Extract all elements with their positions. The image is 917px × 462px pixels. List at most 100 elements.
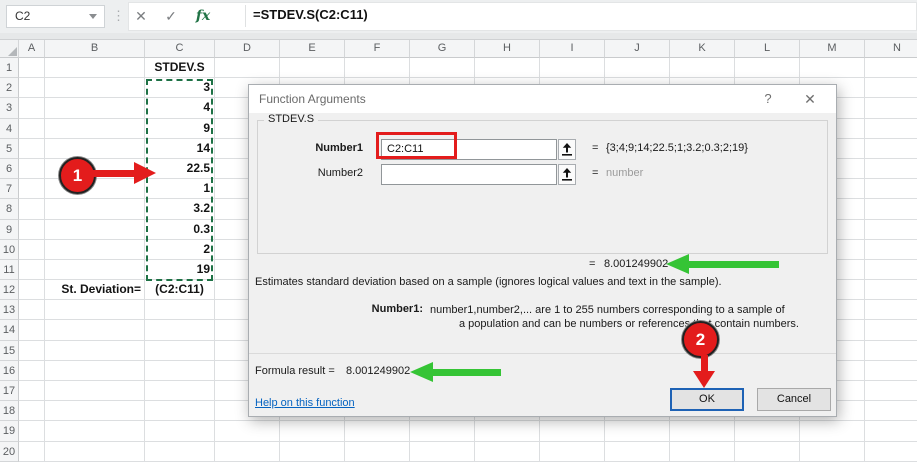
cell-I1[interactable] (540, 58, 605, 78)
cell-J19[interactable] (605, 421, 670, 441)
cell-C11[interactable]: 19 (145, 260, 215, 280)
cancel-button[interactable]: Cancel (757, 388, 831, 411)
cell-A5[interactable] (19, 139, 45, 159)
cell-M19[interactable] (800, 421, 865, 441)
dialog-title-bar[interactable]: Function Arguments ? ✕ (249, 85, 836, 113)
name-box[interactable]: C2 (6, 5, 105, 28)
row-header-1[interactable]: 1 (0, 58, 19, 78)
row-header-5[interactable]: 5 (0, 139, 19, 159)
cell-F20[interactable] (345, 442, 410, 462)
cell-B19[interactable] (45, 421, 145, 441)
cell-C9[interactable]: 0.3 (145, 220, 215, 240)
cell-B17[interactable] (45, 381, 145, 401)
cell-C4[interactable]: 9 (145, 119, 215, 139)
cell-C18[interactable] (145, 401, 215, 421)
cell-B14[interactable] (45, 320, 145, 340)
select-all-corner[interactable] (0, 40, 19, 58)
formula-bar-field[interactable] (128, 2, 917, 31)
cell-N19[interactable] (865, 421, 917, 441)
cell-A7[interactable] (19, 179, 45, 199)
enter-entry-icon[interactable]: ✓ (160, 4, 182, 28)
cell-J1[interactable] (605, 58, 670, 78)
cell-B13[interactable] (45, 300, 145, 320)
cell-C8[interactable]: 3.2 (145, 199, 215, 219)
cell-G1[interactable] (410, 58, 475, 78)
column-header-A[interactable]: A (19, 40, 45, 58)
cell-B20[interactable] (45, 442, 145, 462)
cell-N4[interactable] (865, 119, 917, 139)
row-header-20[interactable]: 20 (0, 442, 19, 462)
cell-M1[interactable] (800, 58, 865, 78)
cell-H1[interactable] (475, 58, 540, 78)
row-header-12[interactable]: 12 (0, 280, 19, 300)
cell-N2[interactable] (865, 78, 917, 98)
cell-C15[interactable] (145, 341, 215, 361)
cell-A12[interactable] (19, 280, 45, 300)
cell-B12[interactable]: St. Deviation= (45, 280, 145, 300)
column-header-K[interactable]: K (670, 40, 735, 58)
cell-A15[interactable] (19, 341, 45, 361)
cell-G20[interactable] (410, 442, 475, 462)
row-header-15[interactable]: 15 (0, 341, 19, 361)
column-header-D[interactable]: D (215, 40, 280, 58)
cell-E20[interactable] (280, 442, 345, 462)
cell-A17[interactable] (19, 381, 45, 401)
cell-C14[interactable] (145, 320, 215, 340)
row-header-8[interactable]: 8 (0, 199, 19, 219)
cell-B1[interactable] (45, 58, 145, 78)
cell-L20[interactable] (735, 442, 800, 462)
cell-B2[interactable] (45, 78, 145, 98)
cell-A2[interactable] (19, 78, 45, 98)
row-header-6[interactable]: 6 (0, 159, 19, 179)
cell-A14[interactable] (19, 320, 45, 340)
cell-L1[interactable] (735, 58, 800, 78)
cell-B5[interactable] (45, 139, 145, 159)
column-header-N[interactable]: N (865, 40, 917, 58)
cell-L19[interactable] (735, 421, 800, 441)
row-header-18[interactable]: 18 (0, 401, 19, 421)
cell-A20[interactable] (19, 442, 45, 462)
cell-N5[interactable] (865, 139, 917, 159)
row-header-7[interactable]: 7 (0, 179, 19, 199)
cell-C1[interactable]: STDEV.S (145, 58, 215, 78)
cell-E19[interactable] (280, 421, 345, 441)
cell-N12[interactable] (865, 280, 917, 300)
cell-A8[interactable] (19, 199, 45, 219)
column-header-I[interactable]: I (540, 40, 605, 58)
cell-N18[interactable] (865, 401, 917, 421)
cell-C2[interactable]: 3 (145, 78, 215, 98)
column-header-L[interactable]: L (735, 40, 800, 58)
cell-N17[interactable] (865, 381, 917, 401)
formula-text[interactable]: =STDEV.S(C2:C11) (253, 7, 368, 22)
cell-B18[interactable] (45, 401, 145, 421)
ok-button[interactable]: OK (670, 388, 744, 411)
cell-B10[interactable] (45, 240, 145, 260)
cell-F1[interactable] (345, 58, 410, 78)
cell-N16[interactable] (865, 361, 917, 381)
cell-B4[interactable] (45, 119, 145, 139)
number1-range-picker-button[interactable] (558, 139, 576, 160)
cell-C17[interactable] (145, 381, 215, 401)
row-header-11[interactable]: 11 (0, 260, 19, 280)
cell-I19[interactable] (540, 421, 605, 441)
cancel-entry-icon[interactable]: ✕ (130, 4, 152, 28)
column-header-M[interactable]: M (800, 40, 865, 58)
cell-C13[interactable] (145, 300, 215, 320)
cell-C20[interactable] (145, 442, 215, 462)
cell-C3[interactable]: 4 (145, 98, 215, 118)
row-header-4[interactable]: 4 (0, 119, 19, 139)
cell-N9[interactable] (865, 220, 917, 240)
cell-B16[interactable] (45, 361, 145, 381)
cell-H20[interactable] (475, 442, 540, 462)
row-header-16[interactable]: 16 (0, 361, 19, 381)
cell-A16[interactable] (19, 361, 45, 381)
cell-N8[interactable] (865, 199, 917, 219)
insert-function-icon[interactable]: fx (192, 4, 214, 28)
cell-B15[interactable] (45, 341, 145, 361)
cell-N14[interactable] (865, 320, 917, 340)
cell-B8[interactable] (45, 199, 145, 219)
cell-A4[interactable] (19, 119, 45, 139)
cell-H19[interactable] (475, 421, 540, 441)
cell-A1[interactable] (19, 58, 45, 78)
cell-F19[interactable] (345, 421, 410, 441)
